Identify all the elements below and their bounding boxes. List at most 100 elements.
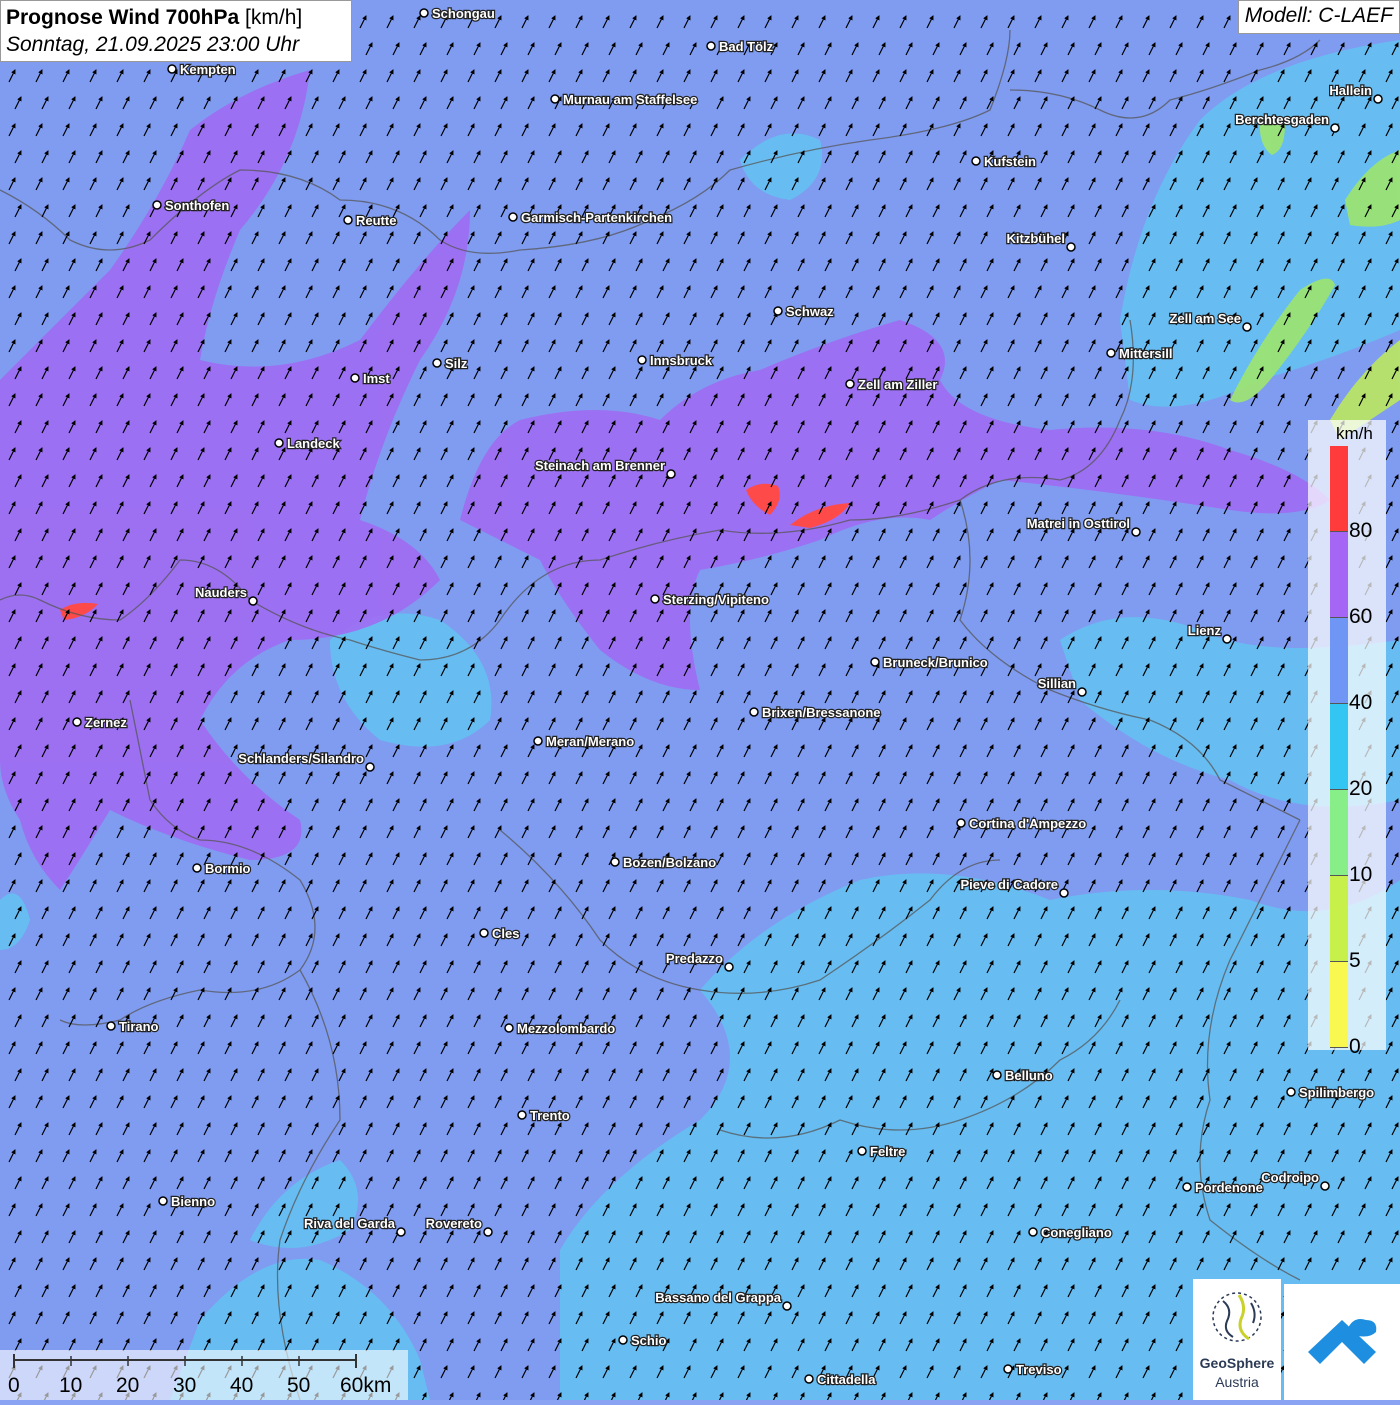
city-label: Bassano del Grappa <box>655 1290 781 1305</box>
weather-app-logo[interactable] <box>1284 1284 1400 1400</box>
city-label: Spilimbergo <box>1299 1085 1374 1100</box>
city-marker[interactable]: Sonthofen <box>152 197 231 214</box>
city-label: Meran/Merano <box>546 734 634 749</box>
city-label: Brixen/Bressanone <box>762 705 881 720</box>
city-dot <box>479 928 489 938</box>
city-dot <box>106 1021 116 1031</box>
legend-swatch-5-10 <box>1330 876 1348 962</box>
city-dot <box>804 1374 814 1384</box>
title-box: Prognose Wind 700hPa [km/h] Sonntag, 21.… <box>0 0 352 62</box>
city-dot <box>419 8 429 18</box>
city-dot <box>396 1227 406 1237</box>
title-unit: [km/h] <box>245 6 303 29</box>
city-dot <box>350 373 360 383</box>
map-title: Prognose Wind 700hPa [km/h] <box>6 4 346 32</box>
title-text: Prognose Wind 700hPa <box>6 6 240 29</box>
city-label: Cittadella <box>817 1372 876 1387</box>
city-label: Innsbruck <box>650 353 713 368</box>
city-dot <box>343 215 353 225</box>
city-marker[interactable]: Cortina d'Ampezzo <box>956 815 1088 832</box>
city-label: Silz <box>445 356 468 371</box>
scale-label-0: 0 <box>8 1374 20 1397</box>
city-dot <box>432 358 442 368</box>
legend-label-5: 5 <box>1349 949 1361 972</box>
scale-label-10: 10 <box>59 1374 83 1397</box>
legend-swatch-0-5 <box>1330 962 1348 1048</box>
city-dot <box>248 596 258 606</box>
city-dot <box>956 818 966 828</box>
city-label: Cortina d'Ampezzo <box>969 816 1086 831</box>
city-marker[interactable]: Pordenone <box>1182 1179 1264 1196</box>
city-label: Garmisch-Partenkirchen <box>521 210 672 225</box>
city-marker[interactable]: Zell am Ziller <box>845 376 939 393</box>
city-dot <box>666 469 676 479</box>
city-label: Schio <box>631 1333 666 1348</box>
city-marker[interactable]: Sterzing/Vipiteno <box>650 591 770 608</box>
scalebar-labels: 0 10 20 30 40 50 60km <box>0 1374 408 1398</box>
wind-map[interactable]: Schongau Bad Tölz Kempten Murnau am Staffel… <box>0 0 1400 1405</box>
city-label: Predazzo <box>666 951 723 966</box>
city-marker[interactable]: Brixen/Bressanone <box>749 704 882 721</box>
legend-swatch-10-20 <box>1330 790 1348 876</box>
geosphere-logo-text: GeoSphere <box>1199 1355 1275 1371</box>
legend-swatch-20-40 <box>1330 704 1348 790</box>
city-label: Bormio <box>205 861 251 876</box>
forecast-datetime: Sonntag, 21.09.2025 23:00 Uhr <box>6 33 300 56</box>
city-dot <box>1182 1182 1192 1192</box>
city-label: Kitzbühel <box>1007 231 1066 246</box>
city-marker[interactable]: Innsbruck <box>637 352 714 369</box>
city-marker[interactable]: Mezzolombardo <box>504 1020 617 1037</box>
city-label: Mezzolombardo <box>517 1021 615 1036</box>
city-label: Sonthofen <box>165 198 229 213</box>
city-label: Matrei in Osttirol <box>1027 516 1130 531</box>
city-marker[interactable]: Conegliano <box>1028 1224 1113 1241</box>
city-dot <box>1222 634 1232 644</box>
city-label: Kempten <box>180 62 236 77</box>
city-label: Bad Tölz <box>719 39 774 54</box>
city-label: Feltre <box>870 1144 905 1159</box>
legend-label-80: 80 <box>1349 519 1373 542</box>
city-dot <box>167 64 177 74</box>
city-dot <box>365 762 375 772</box>
city-dot <box>504 1023 514 1033</box>
geosphere-logo[interactable]: GeoSphere Austria <box>1193 1279 1281 1400</box>
scale-label-60km: 60km <box>340 1374 392 1397</box>
city-dot <box>992 1070 1002 1080</box>
legend-swatch-40-60 <box>1330 618 1348 704</box>
city-marker[interactable]: Garmisch-Partenkirchen <box>508 209 673 226</box>
city-label: Kufstein <box>984 154 1036 169</box>
city-marker[interactable]: Spilimbergo <box>1286 1084 1375 1101</box>
city-dot <box>1003 1364 1013 1374</box>
city-label: Zell am Ziller <box>858 377 937 392</box>
city-label: Mittersill <box>1119 346 1172 361</box>
city-label: Codroipo <box>1261 1170 1319 1185</box>
city-marker[interactable]: Meran/Merano <box>533 733 635 750</box>
scale-label-20: 20 <box>116 1374 140 1397</box>
color-legend: km/h 80 60 40 20 10 5 0 <box>1308 420 1386 1058</box>
city-dot <box>1131 527 1141 537</box>
city-dot <box>1059 888 1069 898</box>
city-dot <box>706 41 716 51</box>
city-dot <box>483 1227 493 1237</box>
city-label: Nauders <box>195 585 247 600</box>
city-dot <box>72 717 82 727</box>
city-label: Pieve di Cadore <box>960 877 1058 892</box>
city-label: Steinach am Brenner <box>535 458 665 473</box>
city-label: Sillian <box>1038 676 1076 691</box>
city-label: Riva del Garda <box>304 1216 396 1231</box>
legend-swatch-80-plus <box>1330 446 1348 532</box>
city-dot <box>971 156 981 166</box>
city-marker[interactable]: Bruneck/Brunico <box>870 654 989 671</box>
city-label: Trento <box>530 1108 570 1123</box>
city-dot <box>1242 322 1252 332</box>
city-label: Berchtesgaden <box>1235 112 1329 127</box>
city-marker[interactable]: Bozen/Bolzano <box>610 854 717 871</box>
city-label: Cles <box>492 926 519 941</box>
scalebar-ticks <box>13 1354 357 1368</box>
city-marker[interactable]: Murnau am Staffelsee <box>550 91 699 108</box>
city-dot <box>857 1146 867 1156</box>
city-marker[interactable]: Schongau <box>419 5 496 22</box>
city-label: Bruneck/Brunico <box>883 655 988 670</box>
city-dot <box>870 657 880 667</box>
city-dot <box>749 707 759 717</box>
